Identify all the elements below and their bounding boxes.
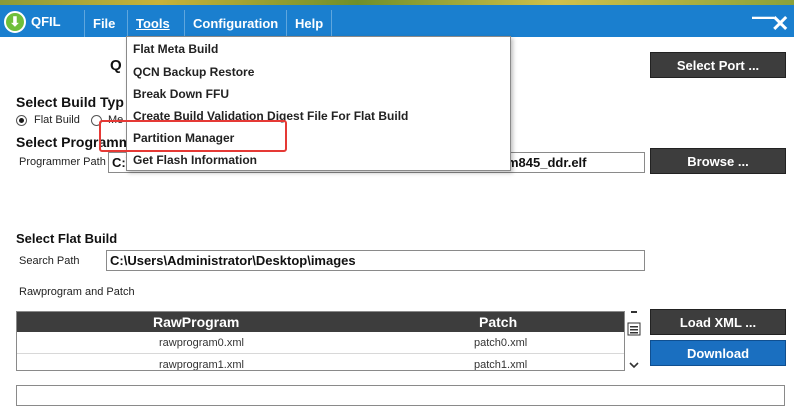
build-type-heading: Select Build Typ xyxy=(16,94,124,110)
rawprogram-patch-table: RawProgram Patch rawprogram0.xml patch0.… xyxy=(16,311,625,371)
flat-build-label: Flat Build xyxy=(34,114,80,126)
search-path-field[interactable]: C:\Users\Administrator\Desktop\images xyxy=(106,250,645,271)
table-row[interactable]: rawprogram1.xml patch1.xml xyxy=(17,354,624,371)
menu-help[interactable]: Help xyxy=(286,10,333,37)
browse-button[interactable]: Browse ... xyxy=(650,148,786,174)
flat-build-radio[interactable] xyxy=(16,115,27,126)
menu-file[interactable]: File xyxy=(84,10,123,37)
menu-tools[interactable]: Tools xyxy=(127,10,178,37)
rawprogram-cell: rawprogram0.xml xyxy=(159,337,244,349)
desktop-background-strip xyxy=(0,0,794,5)
partition-manager-highlight xyxy=(99,120,287,152)
patch-cell: patch1.xml xyxy=(474,359,528,371)
menu-item-break-down-ffu[interactable]: Break Down FFU xyxy=(133,87,229,101)
programmer-path-label: Programmer Path xyxy=(19,156,106,168)
rawprogram-patch-label: Rawprogram and Patch xyxy=(19,286,135,298)
load-xml-button[interactable]: Load XML ... xyxy=(650,309,786,335)
title-bar: ⬇ QFIL File Tools Configuration Help — ✕ xyxy=(0,0,794,37)
scroll-top-icon[interactable] xyxy=(631,311,637,313)
column-header-patch[interactable]: Patch xyxy=(479,314,517,330)
programmer-path-suffix: m845_ddr.elf xyxy=(507,155,587,170)
column-header-rawprogram[interactable]: RawProgram xyxy=(153,314,239,330)
table-row[interactable]: rawprogram0.xml patch0.xml xyxy=(17,332,624,354)
patch-cell: patch0.xml xyxy=(474,337,528,349)
menu-item-qcn-backup-restore[interactable]: QCN Backup Restore xyxy=(133,65,254,79)
menu-item-flat-meta-build[interactable]: Flat Meta Build xyxy=(133,42,218,56)
port-title-partial: Q xyxy=(110,57,122,74)
menu-item-get-flash-information[interactable]: Get Flash Information xyxy=(133,153,257,167)
scroll-down-icon[interactable] xyxy=(629,362,639,369)
rawprogram-cell: rawprogram1.xml xyxy=(159,359,244,371)
menu-configuration[interactable]: Configuration xyxy=(184,10,286,37)
status-bar xyxy=(16,385,785,406)
flat-build-heading: Select Flat Build xyxy=(16,231,118,246)
table-scroll-controls xyxy=(627,311,641,371)
scroll-controls-svg xyxy=(627,311,641,369)
app-title: QFIL xyxy=(31,14,61,29)
table-header: RawProgram Patch xyxy=(17,312,624,332)
search-path-label: Search Path xyxy=(19,255,80,267)
qfil-logo-icon: ⬇ xyxy=(4,11,26,33)
select-port-button[interactable]: Select Port ... xyxy=(650,52,786,78)
close-icon[interactable]: ✕ xyxy=(771,13,789,35)
download-button[interactable]: Download xyxy=(650,340,786,366)
